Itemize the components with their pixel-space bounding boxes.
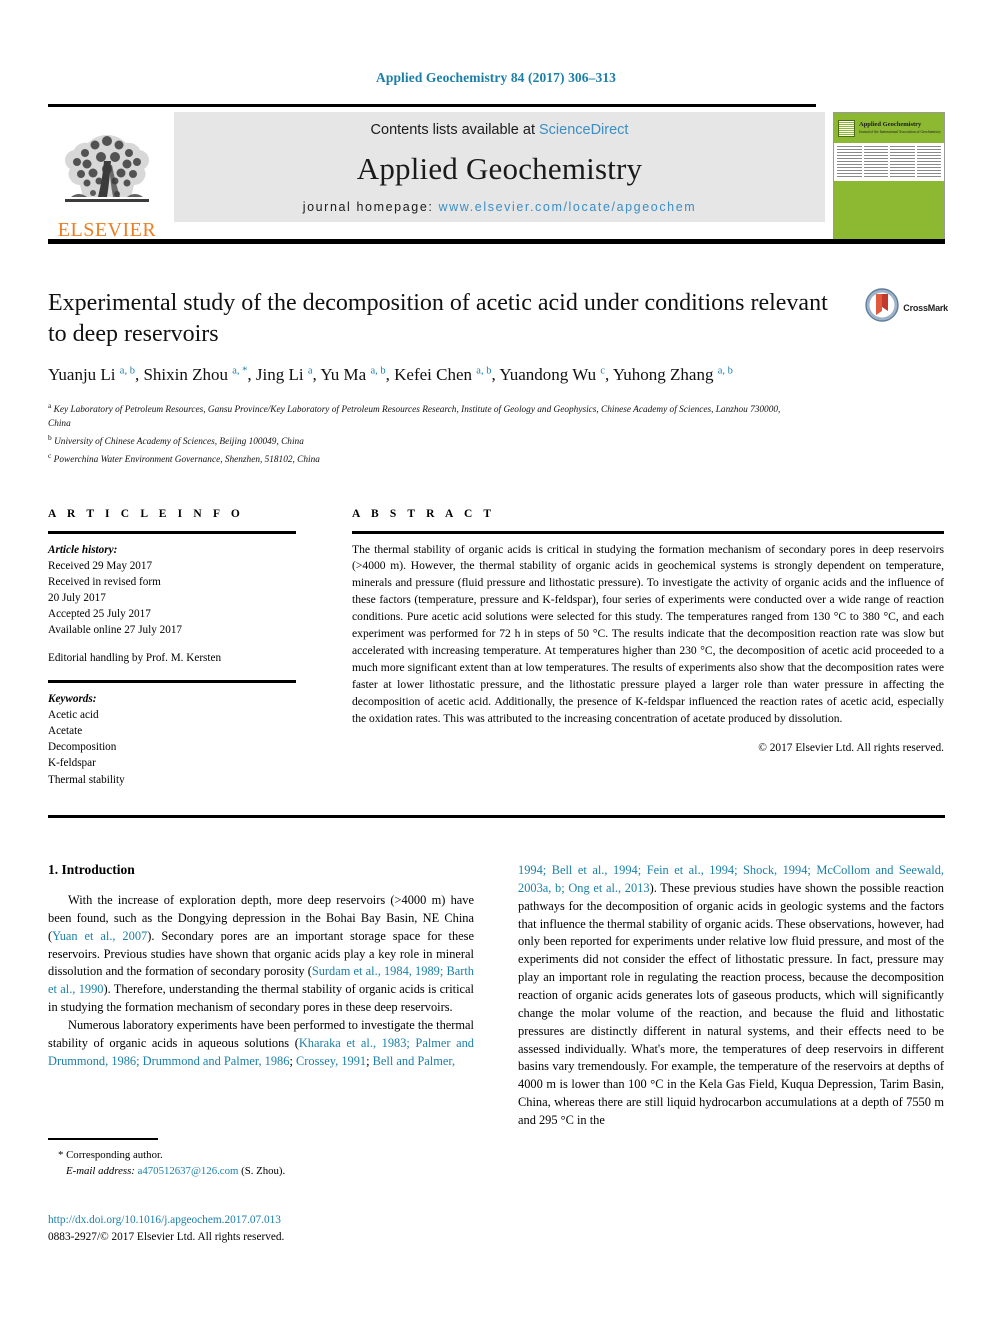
history-line: 20 July 2017 (48, 591, 106, 604)
affiliation-marker: c (48, 450, 52, 460)
keyword-item: K-feldspar (48, 757, 96, 770)
running-head: Applied Geochemistry 84 (2017) 306–313 (375, 70, 617, 85)
body-columns: 1. Introduction With the increase of exp… (48, 862, 945, 1130)
article-history-label: Article history: (48, 543, 118, 556)
abstract-column: A B S T R A C T The thermal stability of… (352, 508, 944, 754)
affiliation-list: a Key Laboratory of Petroleum Resources,… (48, 400, 788, 468)
cover-col (863, 146, 888, 178)
cover-emblem-icon (838, 119, 855, 137)
journal-cover-thumbnail: Applied Geochemistry Journal of the Inte… (833, 112, 945, 240)
keyword-item: Acetate (48, 725, 83, 738)
footnote-email-line: E-mail address: a470512637@126.com (S. Z… (48, 1163, 474, 1179)
affiliation-text: Powerchina Water Environment Governance,… (53, 454, 320, 465)
history-line: Received 29 May 2017 (48, 559, 153, 572)
elsevier-logo: ELSEVIER (48, 112, 166, 240)
article-info-column: A R T I C L E I N F O Article history: R… (48, 508, 296, 788)
crossmark-icon (865, 288, 899, 327)
homepage-prefix: journal homepage: (302, 200, 439, 214)
intro-paragraph-right: 1994; Bell et al., 1994; Fein et al., 19… (518, 863, 944, 1128)
paper-page: Applied Geochemistry 84 (2017) 306–313 E… (0, 0, 992, 1323)
elsevier-wordmark: ELSEVIER (57, 219, 157, 241)
journal-title: Applied Geochemistry (356, 151, 643, 186)
cover-col (890, 146, 915, 178)
journal-homepage-link[interactable]: www.elsevier.com/locate/apgeochem (439, 200, 697, 214)
keyword-item: Decomposition (48, 741, 117, 754)
footnote-corresponding-label: Corresponding author. (66, 1148, 163, 1161)
abstract-rule (352, 531, 944, 534)
cover-col (916, 146, 941, 178)
crossmark-badge[interactable]: CrossMark (865, 288, 948, 327)
abstract-text: The thermal stability of organic acids i… (352, 542, 944, 725)
abstract-bottom-rule (48, 815, 945, 818)
email-link[interactable]: a470512637@126.com (138, 1165, 239, 1177)
affiliation-item: a Key Laboratory of Petroleum Resources,… (48, 400, 788, 432)
contents-prefix: Contents lists available at (370, 122, 539, 138)
journal-homepage-line: journal homepage: www.elsevier.com/locat… (303, 200, 697, 214)
article-title: Experimental study of the decomposition … (48, 290, 828, 347)
footnote-corresponding-line: * Corresponding author. (48, 1147, 474, 1163)
keyword-item: Acetic acid (48, 709, 99, 721)
body-column-left: 1. Introduction With the increase of exp… (48, 862, 474, 1130)
corresponding-author-footnote: * Corresponding author. E-mail address: … (48, 1138, 474, 1179)
issn-copyright-line: 0883-2927/© 2017 Elsevier Ltd. All right… (48, 1230, 285, 1243)
footnote-text: * Corresponding author. E-mail address: … (48, 1147, 474, 1179)
sciencedirect-link[interactable]: ScienceDirect (539, 122, 628, 138)
footnote-star: * (58, 1148, 64, 1161)
body-column-right: 1994; Bell et al., 1994; Fein et al., 19… (518, 862, 944, 1130)
keywords-label: Keywords: (48, 692, 97, 705)
affiliation-text: University of Chinese Academy of Science… (54, 436, 304, 447)
cover-contents-grid (834, 143, 944, 181)
affiliation-marker: b (48, 432, 52, 442)
intro-paragraph-2: Numerous laboratory experiments have bee… (48, 1018, 474, 1068)
history-line: Received in revised form (48, 575, 161, 588)
cover-title-text: Applied Geochemistry Journal of the Inte… (859, 120, 941, 134)
page-footer: http://dx.doi.org/10.1016/j.apgeochem.20… (48, 1212, 548, 1246)
doi-link[interactable]: http://dx.doi.org/10.1016/j.apgeochem.20… (48, 1214, 281, 1226)
keywords-rule (48, 680, 296, 683)
crossmark-label: CrossMark (903, 302, 948, 313)
article-info-heading: A R T I C L E I N F O (48, 508, 244, 520)
intro-paragraph-1: With the increase of exploration depth, … (48, 893, 474, 1015)
affiliation-item: c Powerchina Water Environment Governanc… (48, 450, 788, 468)
keywords-block: Keywords: Acetic acid Acetate Decomposit… (48, 691, 296, 788)
history-line: Available online 27 July 2017 (48, 624, 183, 637)
abstract-heading: A B S T R A C T (352, 508, 496, 520)
cover-bottom-block (834, 181, 944, 239)
affiliation-item: b University of Chinese Academy of Scien… (48, 432, 788, 450)
article-head: Experimental study of the decomposition … (48, 288, 838, 468)
article-history: Article history: Received 29 May 2017 Re… (48, 542, 296, 667)
header-top-rule (48, 104, 816, 107)
affiliation-text: Key Laboratory of Petroleum Resources, G… (48, 404, 781, 429)
abstract-copyright: © 2017 Elsevier Ltd. All rights reserved… (758, 741, 944, 754)
history-line: Accepted 25 July 2017 (48, 608, 151, 620)
footnote-rule (48, 1138, 158, 1140)
email-address-label: E-mail address: (66, 1164, 135, 1177)
affiliation-marker: a (48, 400, 52, 410)
header-bottom-rule (48, 239, 945, 244)
email-owner: (S. Zhou). (241, 1164, 286, 1177)
journal-header: ELSEVIER Contents lists available at Sci… (48, 104, 945, 240)
author-list: Yuanju Li a, b, Shixin Zhou a, *, Jing L… (48, 365, 733, 385)
article-info-rule (48, 531, 296, 534)
journal-banner: Contents lists available at ScienceDirec… (174, 112, 825, 222)
section-title-introduction: 1. Introduction (48, 862, 135, 877)
cover-col (837, 146, 862, 178)
elsevier-tree-icon (57, 131, 157, 219)
editorial-handling: Editorial handling by Prof. M. Kersten (48, 652, 222, 665)
keyword-item: Thermal stability (48, 773, 125, 786)
contents-line: Contents lists available at ScienceDirec… (371, 122, 629, 138)
